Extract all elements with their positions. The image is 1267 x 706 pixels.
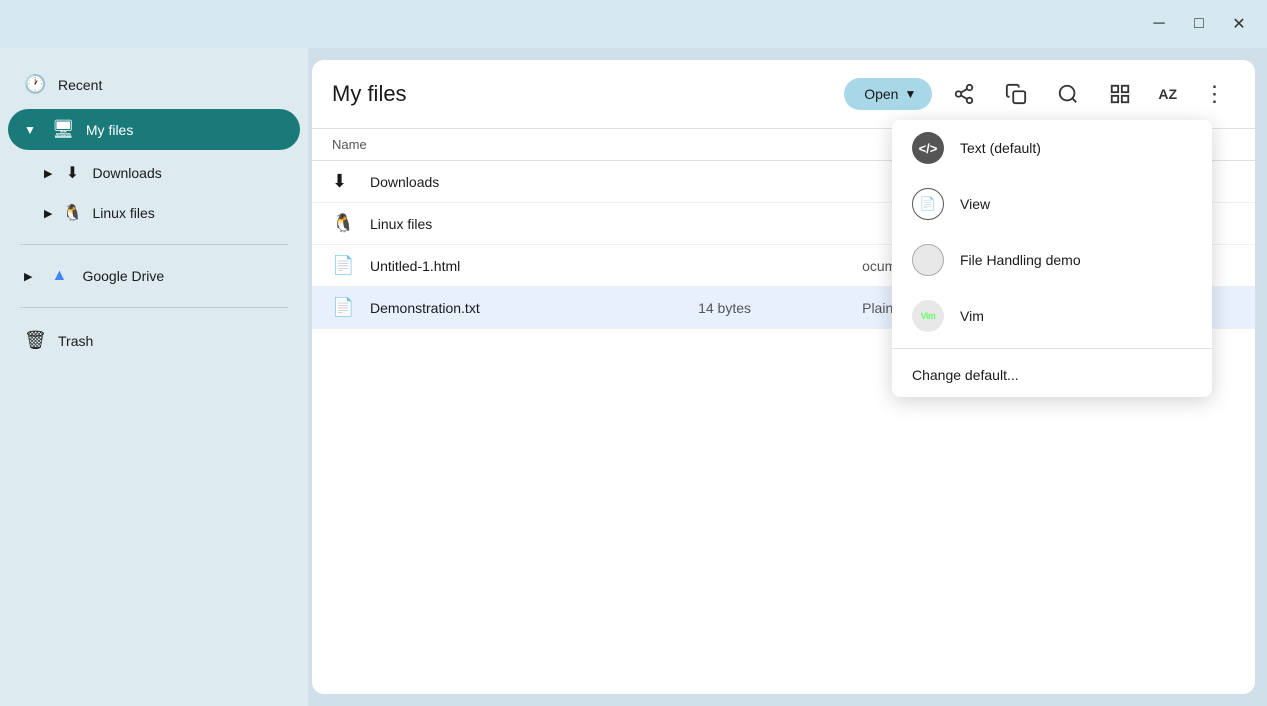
page-title: My files <box>332 81 832 107</box>
open-button-label: Open <box>864 86 898 102</box>
txt-file-icon: 📄 <box>332 297 360 318</box>
chevron-right-icon: ▶ <box>44 167 52 180</box>
share-button[interactable] <box>944 74 984 114</box>
maximize-button[interactable]: □ <box>1183 8 1215 40</box>
copy-button[interactable] <box>996 74 1036 114</box>
linuxfiles-icon: 🐧 <box>62 203 82 223</box>
minimize-button[interactable]: ─ <box>1143 8 1175 40</box>
myfiles-icon: 🖥 <box>52 119 74 140</box>
app-window: 🕐 Recent ▼ 🖥 My files ▶ ⬇ Downloads ▶ 🐧 … <box>0 48 1267 706</box>
file-name: Demonstration.txt <box>370 300 698 316</box>
dropdown-item-text-default[interactable]: </> Text (default) <box>892 120 1212 176</box>
dropdown-label-file-handling: File Handling demo <box>960 252 1081 268</box>
vim-icon: Vim <box>912 300 944 332</box>
divider-2 <box>20 307 288 308</box>
sidebar-item-googledrive[interactable]: ▶ ▲ Google Drive <box>8 257 300 295</box>
dropdown-label-vim: Vim <box>960 308 984 324</box>
file-size: 14 bytes <box>698 300 862 316</box>
sidebar-item-downloads[interactable]: ▶ ⬇ Downloads <box>28 154 300 192</box>
chevron-down-icon: ▼ <box>24 123 36 137</box>
sort-button[interactable]: AZ <box>1152 74 1183 114</box>
open-chevron-icon: ▼ <box>904 87 916 101</box>
change-default-label: Change default... <box>912 367 1019 383</box>
sort-icon: AZ <box>1158 86 1177 102</box>
trash-icon: 🗑 <box>24 330 46 351</box>
divider-1 <box>20 244 288 245</box>
sidebar-item-trash[interactable]: 🗑 Trash <box>8 320 300 361</box>
downloads-file-icon: ⬇ <box>332 171 360 192</box>
more-button[interactable]: ⋮ <box>1195 74 1235 114</box>
sidebar-label-downloads: Downloads <box>92 165 161 181</box>
more-icon: ⋮ <box>1204 81 1227 107</box>
toolbar: My files Open ▼ <box>312 60 1255 129</box>
file-name: Untitled-1.html <box>370 258 698 274</box>
dropdown-item-view[interactable]: 📄 View <box>892 176 1212 232</box>
file-name: Downloads <box>370 174 698 190</box>
sidebar-label-recent: Recent <box>58 77 102 93</box>
sidebar-sub: ▶ ⬇ Downloads ▶ 🐧 Linux files <box>8 154 300 232</box>
view-icon: 📄 <box>912 188 944 220</box>
search-button[interactable] <box>1048 74 1088 114</box>
sidebar-item-recent[interactable]: 🕐 Recent <box>8 64 300 105</box>
downloads-icon: ⬇ <box>62 163 82 183</box>
chevron-right-icon3: ▶ <box>24 270 32 283</box>
main-panel: My files Open ▼ <box>312 60 1255 694</box>
recent-icon: 🕐 <box>24 74 46 95</box>
open-dropdown-menu: </> Text (default) 📄 View File Handling … <box>892 120 1212 397</box>
titlebar: ─ □ ✕ <box>0 0 1267 48</box>
grid-button[interactable] <box>1100 74 1140 114</box>
dropdown-item-change-default[interactable]: Change default... <box>892 353 1212 397</box>
close-button[interactable]: ✕ <box>1223 8 1255 40</box>
text-default-icon: </> <box>912 132 944 164</box>
sidebar-label-googledrive: Google Drive <box>82 268 164 284</box>
sidebar-item-myfiles[interactable]: ▼ 🖥 My files <box>8 109 300 150</box>
sidebar-label-trash: Trash <box>58 333 93 349</box>
dropdown-item-vim[interactable]: Vim Vim <box>892 288 1212 344</box>
header-name: Name <box>332 137 674 152</box>
chevron-right-icon2: ▶ <box>44 207 52 220</box>
googledrive-icon: ▲ <box>48 267 70 285</box>
file-handling-icon <box>912 244 944 276</box>
html-file-icon: 📄 <box>332 255 360 276</box>
dropdown-divider <box>892 348 1212 349</box>
dropdown-label-view: View <box>960 196 990 212</box>
sidebar-label-myfiles: My files <box>86 122 133 138</box>
linuxfiles-file-icon: 🐧 <box>332 213 360 234</box>
sidebar: 🕐 Recent ▼ 🖥 My files ▶ ⬇ Downloads ▶ 🐧 … <box>0 48 308 706</box>
sidebar-item-linuxfiles[interactable]: ▶ 🐧 Linux files <box>28 194 300 232</box>
file-name: Linux files <box>370 216 698 232</box>
open-button[interactable]: Open ▼ <box>844 78 932 110</box>
sidebar-label-linuxfiles: Linux files <box>92 205 154 221</box>
dropdown-label-text-default: Text (default) <box>960 140 1041 156</box>
dropdown-item-file-handling[interactable]: File Handling demo <box>892 232 1212 288</box>
